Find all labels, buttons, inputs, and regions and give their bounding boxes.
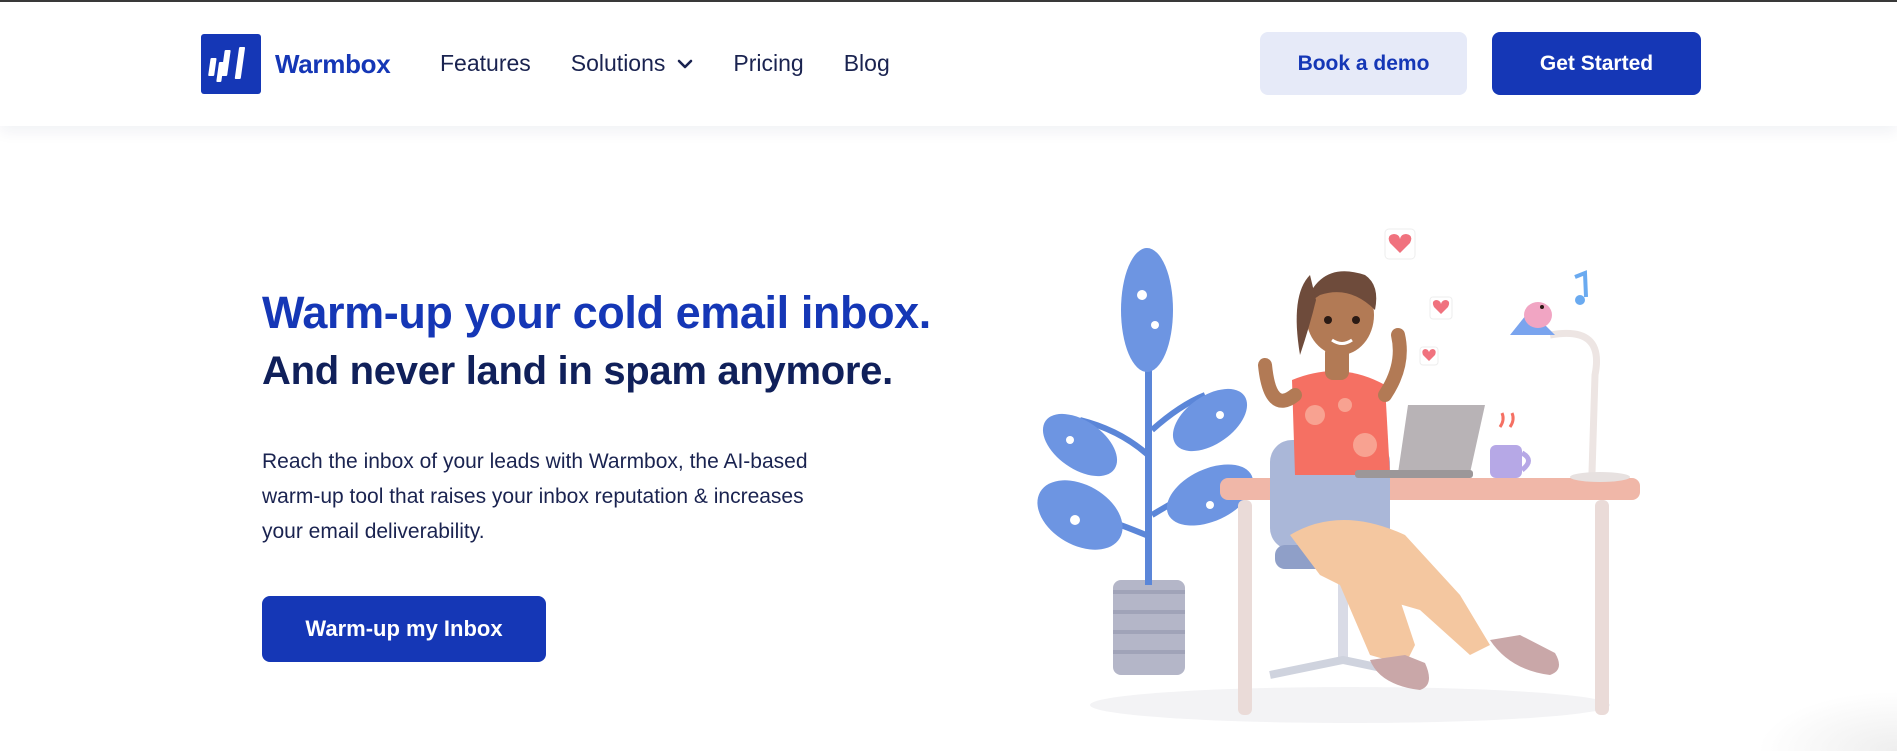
- nav-item-label: Blog: [843, 50, 890, 76]
- main-nav: Features Solutions Pricing Blog: [440, 50, 930, 77]
- nav-item-features[interactable]: Features: [440, 50, 531, 77]
- get-started-button[interactable]: Get Started: [1492, 32, 1701, 95]
- hero-illustration: [1037, 228, 1640, 723]
- hero-description: Reach the inbox of your leads with Warmb…: [262, 450, 808, 543]
- floor-shadow: [1090, 687, 1610, 723]
- mug-illustration: [1490, 412, 1531, 478]
- book-demo-button[interactable]: Book a demo: [1260, 32, 1467, 95]
- corner-shadow: [1757, 691, 1897, 751]
- bird-illustration: [1524, 302, 1552, 328]
- site-header: Warmbox Features Solutions Pricing Blog …: [0, 2, 1897, 126]
- brand-logo[interactable]: Warmbox: [201, 34, 391, 94]
- nav-item-label: Pricing: [733, 50, 804, 76]
- nav-item-blog[interactable]: Blog: [844, 50, 890, 77]
- nav-item-pricing[interactable]: Pricing: [733, 50, 803, 77]
- warm-up-inbox-button[interactable]: Warm-up my Inbox: [262, 596, 546, 662]
- nav-item-label: Solutions: [570, 50, 666, 76]
- hero-subtitle: And never land in spam anymore.: [262, 349, 893, 393]
- heart-icon: [1384, 228, 1416, 260]
- heart-icon: [1429, 296, 1453, 320]
- music-note-icon: [1574, 270, 1588, 305]
- brand-name: Warmbox: [275, 48, 391, 79]
- plant-illustration: [1037, 248, 1254, 675]
- nav-item-label: Features: [440, 50, 531, 76]
- chevron-down-icon: [678, 59, 693, 68]
- hero-title: Warm-up your cold email inbox.: [262, 287, 931, 338]
- nav-item-solutions[interactable]: Solutions: [571, 50, 694, 77]
- warmbox-logo-icon: [201, 34, 261, 94]
- heart-icon: [1419, 346, 1439, 366]
